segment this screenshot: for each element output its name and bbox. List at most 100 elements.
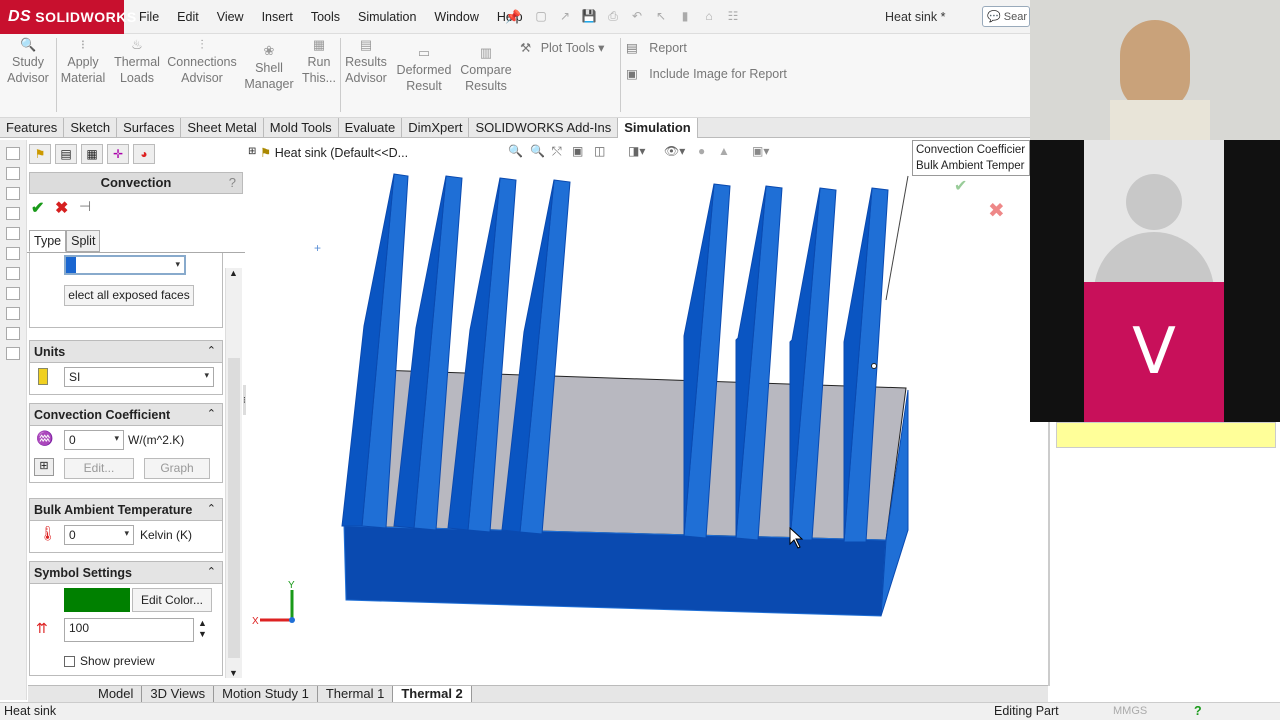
- menu-simulation[interactable]: Simulation: [349, 10, 425, 24]
- tool-icon[interactable]: [6, 147, 20, 160]
- bulk-temperature-header[interactable]: Bulk Ambient Temperature ⌃: [30, 499, 222, 521]
- cancel-button[interactable]: ✖: [55, 198, 68, 218]
- tab-split[interactable]: Split: [66, 230, 101, 252]
- menu-window[interactable]: Window: [425, 10, 487, 24]
- help-icon[interactable]: ?: [1194, 704, 1202, 718]
- solidworks-logo[interactable]: DS SOLIDWORKS: [0, 0, 136, 34]
- apply-material-button[interactable]: ⁝ Apply Material: [58, 38, 108, 86]
- table-icon[interactable]: ⊞: [34, 458, 54, 476]
- tab-mold-tools[interactable]: Mold Tools: [264, 118, 339, 138]
- tool-icon[interactable]: [6, 207, 20, 220]
- color-swatch[interactable]: [64, 588, 130, 612]
- print-icon[interactable]: ⎙: [604, 7, 622, 25]
- save-icon[interactable]: 💾: [580, 7, 598, 25]
- tab-thermal-2[interactable]: Thermal 2: [393, 686, 472, 703]
- new-icon[interactable]: ▢: [532, 7, 550, 25]
- edit-button[interactable]: Edit...: [64, 458, 134, 479]
- menu-edit[interactable]: Edit: [168, 10, 208, 24]
- connections-advisor-button[interactable]: ⫶ Connections Advisor: [166, 38, 238, 86]
- file-props-icon[interactable]: ⌂: [700, 7, 718, 25]
- include-image-button[interactable]: ▣ Include Image for Report: [626, 66, 787, 81]
- panel-scrollbar[interactable]: ▲ ▼: [225, 268, 242, 678]
- symbol-settings-header[interactable]: Symbol Settings ⌃: [30, 562, 222, 584]
- study-advisor-button[interactable]: 🔍 Study Advisor: [4, 38, 52, 86]
- convection-coefficient-header[interactable]: Convection Coefficient ⌃: [30, 404, 222, 426]
- collapse-icon[interactable]: ⌃: [207, 565, 216, 578]
- heat-sink-model[interactable]: Y X +: [246, 140, 1030, 686]
- select-exposed-faces-button[interactable]: elect all exposed faces: [64, 285, 194, 306]
- collapse-icon[interactable]: ⌃: [207, 407, 216, 420]
- rebuild-icon[interactable]: ▮: [676, 7, 694, 25]
- undo-icon[interactable]: ↶: [628, 7, 646, 25]
- tool-icon[interactable]: [6, 227, 20, 240]
- convection-coefficient-input[interactable]: 0 ▾: [64, 430, 124, 450]
- tab-sheet-metal[interactable]: Sheet Metal: [181, 118, 264, 138]
- dimxpert-icon[interactable]: ✛: [107, 144, 129, 164]
- tab-dimxpert[interactable]: DimXpert: [402, 118, 470, 138]
- faces-selection-box[interactable]: ▾: [64, 255, 186, 275]
- tab-sketch[interactable]: Sketch: [64, 118, 118, 138]
- select-icon[interactable]: ↖: [652, 7, 670, 25]
- separator: [340, 38, 341, 112]
- results-advisor-button[interactable]: ▤ Results Advisor: [342, 38, 390, 86]
- units-header[interactable]: Units ⌃: [30, 341, 222, 363]
- menu-view[interactable]: View: [208, 10, 253, 24]
- tool-icon[interactable]: [6, 247, 20, 260]
- origin-marker: +: [314, 241, 321, 255]
- show-preview-checkbox[interactable]: [64, 656, 75, 667]
- plot-tools-button[interactable]: ⚒ Plot Tools ▾: [520, 40, 604, 55]
- tab-motion-study[interactable]: Motion Study 1: [214, 686, 318, 703]
- menu-file[interactable]: File: [130, 10, 168, 24]
- tab-simulation[interactable]: Simulation: [618, 118, 698, 138]
- tab-addins[interactable]: SOLIDWORKS Add-Ins: [469, 118, 619, 138]
- pin-icon[interactable]: 📌: [505, 9, 521, 25]
- tool-icon[interactable]: [6, 327, 20, 340]
- tab-3d-views[interactable]: 3D Views: [142, 686, 215, 703]
- pushpin-icon[interactable]: ⊣: [79, 198, 91, 215]
- report-button[interactable]: ▤ Report: [626, 40, 687, 55]
- collapse-icon[interactable]: ⌃: [207, 502, 216, 515]
- tool-icon[interactable]: [6, 167, 20, 180]
- display-icon[interactable]: ◕: [133, 144, 155, 164]
- edit-color-button[interactable]: Edit Color...: [132, 588, 212, 612]
- status-units[interactable]: MMGS: [1113, 705, 1147, 717]
- search-input[interactable]: 💬 Sear: [982, 6, 1030, 27]
- tab-surfaces[interactable]: Surfaces: [117, 118, 182, 138]
- graph-button[interactable]: Graph: [144, 458, 210, 479]
- thermal-loads-button[interactable]: ♨ Thermal Loads: [112, 38, 162, 86]
- deformed-result-button[interactable]: ▭ Deformed Result: [394, 46, 454, 94]
- participant-tile: V: [1030, 140, 1280, 422]
- collapse-icon[interactable]: ⌃: [207, 344, 216, 357]
- property-manager-icon[interactable]: ▤: [55, 144, 77, 164]
- spinner-icon[interactable]: ▲ ▼: [198, 618, 207, 640]
- tool-icon[interactable]: [6, 287, 20, 300]
- connection-icon: ⫶: [200, 37, 204, 52]
- tab-thermal-1[interactable]: Thermal 1: [318, 686, 394, 703]
- help-icon[interactable]: ?: [229, 173, 236, 193]
- bulk-temperature-input[interactable]: 0 ▾: [64, 525, 134, 545]
- tool-icon[interactable]: [6, 347, 20, 360]
- ok-button[interactable]: ✔: [31, 198, 44, 218]
- options-icon[interactable]: ☷: [724, 7, 742, 25]
- menu-insert[interactable]: Insert: [253, 10, 302, 24]
- status-bar: Heat sink Editing Part MMGS ?: [0, 702, 1280, 720]
- open-icon[interactable]: ↗: [556, 7, 574, 25]
- feature-tree-icon[interactable]: ⚑: [29, 144, 51, 164]
- tab-evaluate[interactable]: Evaluate: [339, 118, 403, 138]
- status-mode: Editing Part: [994, 704, 1059, 718]
- shell-manager-button[interactable]: ❀ Shell Manager: [242, 44, 296, 92]
- config-icon[interactable]: ▦: [81, 144, 103, 164]
- tool-icon[interactable]: [6, 307, 20, 320]
- panel-toolbar: ⚑ ▤ ▦ ✛ ◕: [27, 144, 155, 168]
- tab-model[interactable]: Model: [90, 686, 143, 703]
- tool-icon[interactable]: [6, 267, 20, 280]
- compare-results-button[interactable]: ▥ Compare Results: [458, 46, 514, 94]
- tab-features[interactable]: Features: [0, 118, 65, 138]
- graphics-viewport[interactable]: ⊞ ⚑ Heat sink (Default<<D... 🔍 🔍 ⤲ ▣ ◫ ◨…: [246, 140, 1030, 686]
- tool-icon[interactable]: [6, 187, 20, 200]
- run-study-button[interactable]: ▦ Run This...: [300, 38, 338, 86]
- symbol-size-input[interactable]: 100: [64, 618, 194, 642]
- units-select[interactable]: SI ▾: [64, 367, 214, 387]
- tab-type[interactable]: Type: [29, 230, 67, 252]
- menu-tools[interactable]: Tools: [302, 10, 349, 24]
